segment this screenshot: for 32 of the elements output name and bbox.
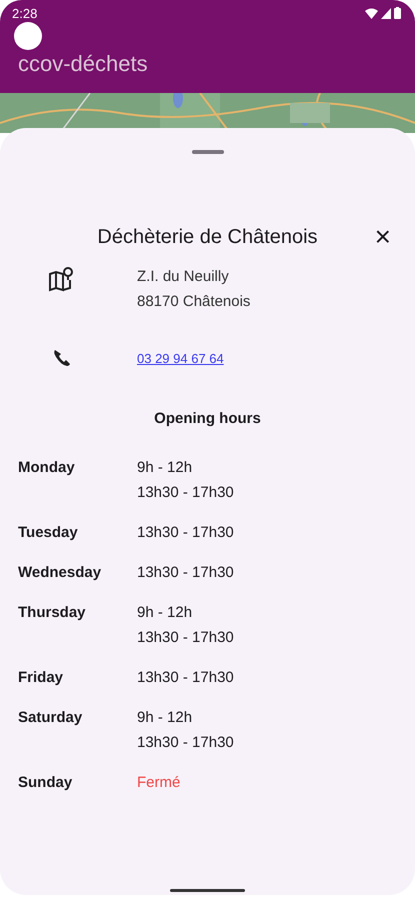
time-slot: 9h - 12h: [137, 600, 234, 625]
phone-icon: [52, 348, 72, 368]
day-label: Thursday: [18, 603, 87, 623]
sheet-title: Déchèterie de Châtenois: [97, 226, 318, 248]
day-label: Tuesday: [18, 523, 79, 543]
phone-link[interactable]: 03 29 94 67 64: [137, 350, 224, 366]
camera-dot: [14, 22, 42, 50]
time-slot: 13h30 - 17h30: [137, 480, 234, 505]
time-slot: 9h - 12h: [137, 705, 234, 730]
day-label: Monday: [18, 458, 76, 478]
wifi-icon: [365, 8, 378, 18]
app-title: ccov-déchets: [18, 51, 148, 77]
day-label: Wednesday: [18, 563, 102, 583]
time-slot: 13h30 - 17h30: [137, 560, 234, 585]
day-label: Sunday: [18, 773, 74, 793]
day-label: Friday: [18, 668, 64, 688]
closed-label: Fermé: [137, 773, 180, 793]
time-slot: 13h30 - 17h30: [137, 520, 234, 545]
battery-icon: [394, 7, 401, 19]
time-slot: 13h30 - 17h30: [137, 730, 234, 755]
address-line: 88170 Châtenois: [137, 293, 250, 310]
close-button[interactable]: ×: [370, 222, 395, 252]
day-label: Saturday: [18, 708, 84, 728]
time-slot: 13h30 - 17h30: [137, 665, 234, 690]
drag-handle[interactable]: [192, 150, 224, 154]
time-slot: 13h30 - 17h30: [137, 625, 234, 650]
signal-icon: [381, 8, 391, 18]
status-time: 2:28: [12, 6, 38, 20]
time-slot: 9h - 12h: [137, 455, 234, 480]
map-pin-icon: [48, 266, 76, 292]
address-line: Z.I. du Neuilly: [137, 268, 230, 285]
hours-heading: Opening hours: [153, 410, 262, 427]
